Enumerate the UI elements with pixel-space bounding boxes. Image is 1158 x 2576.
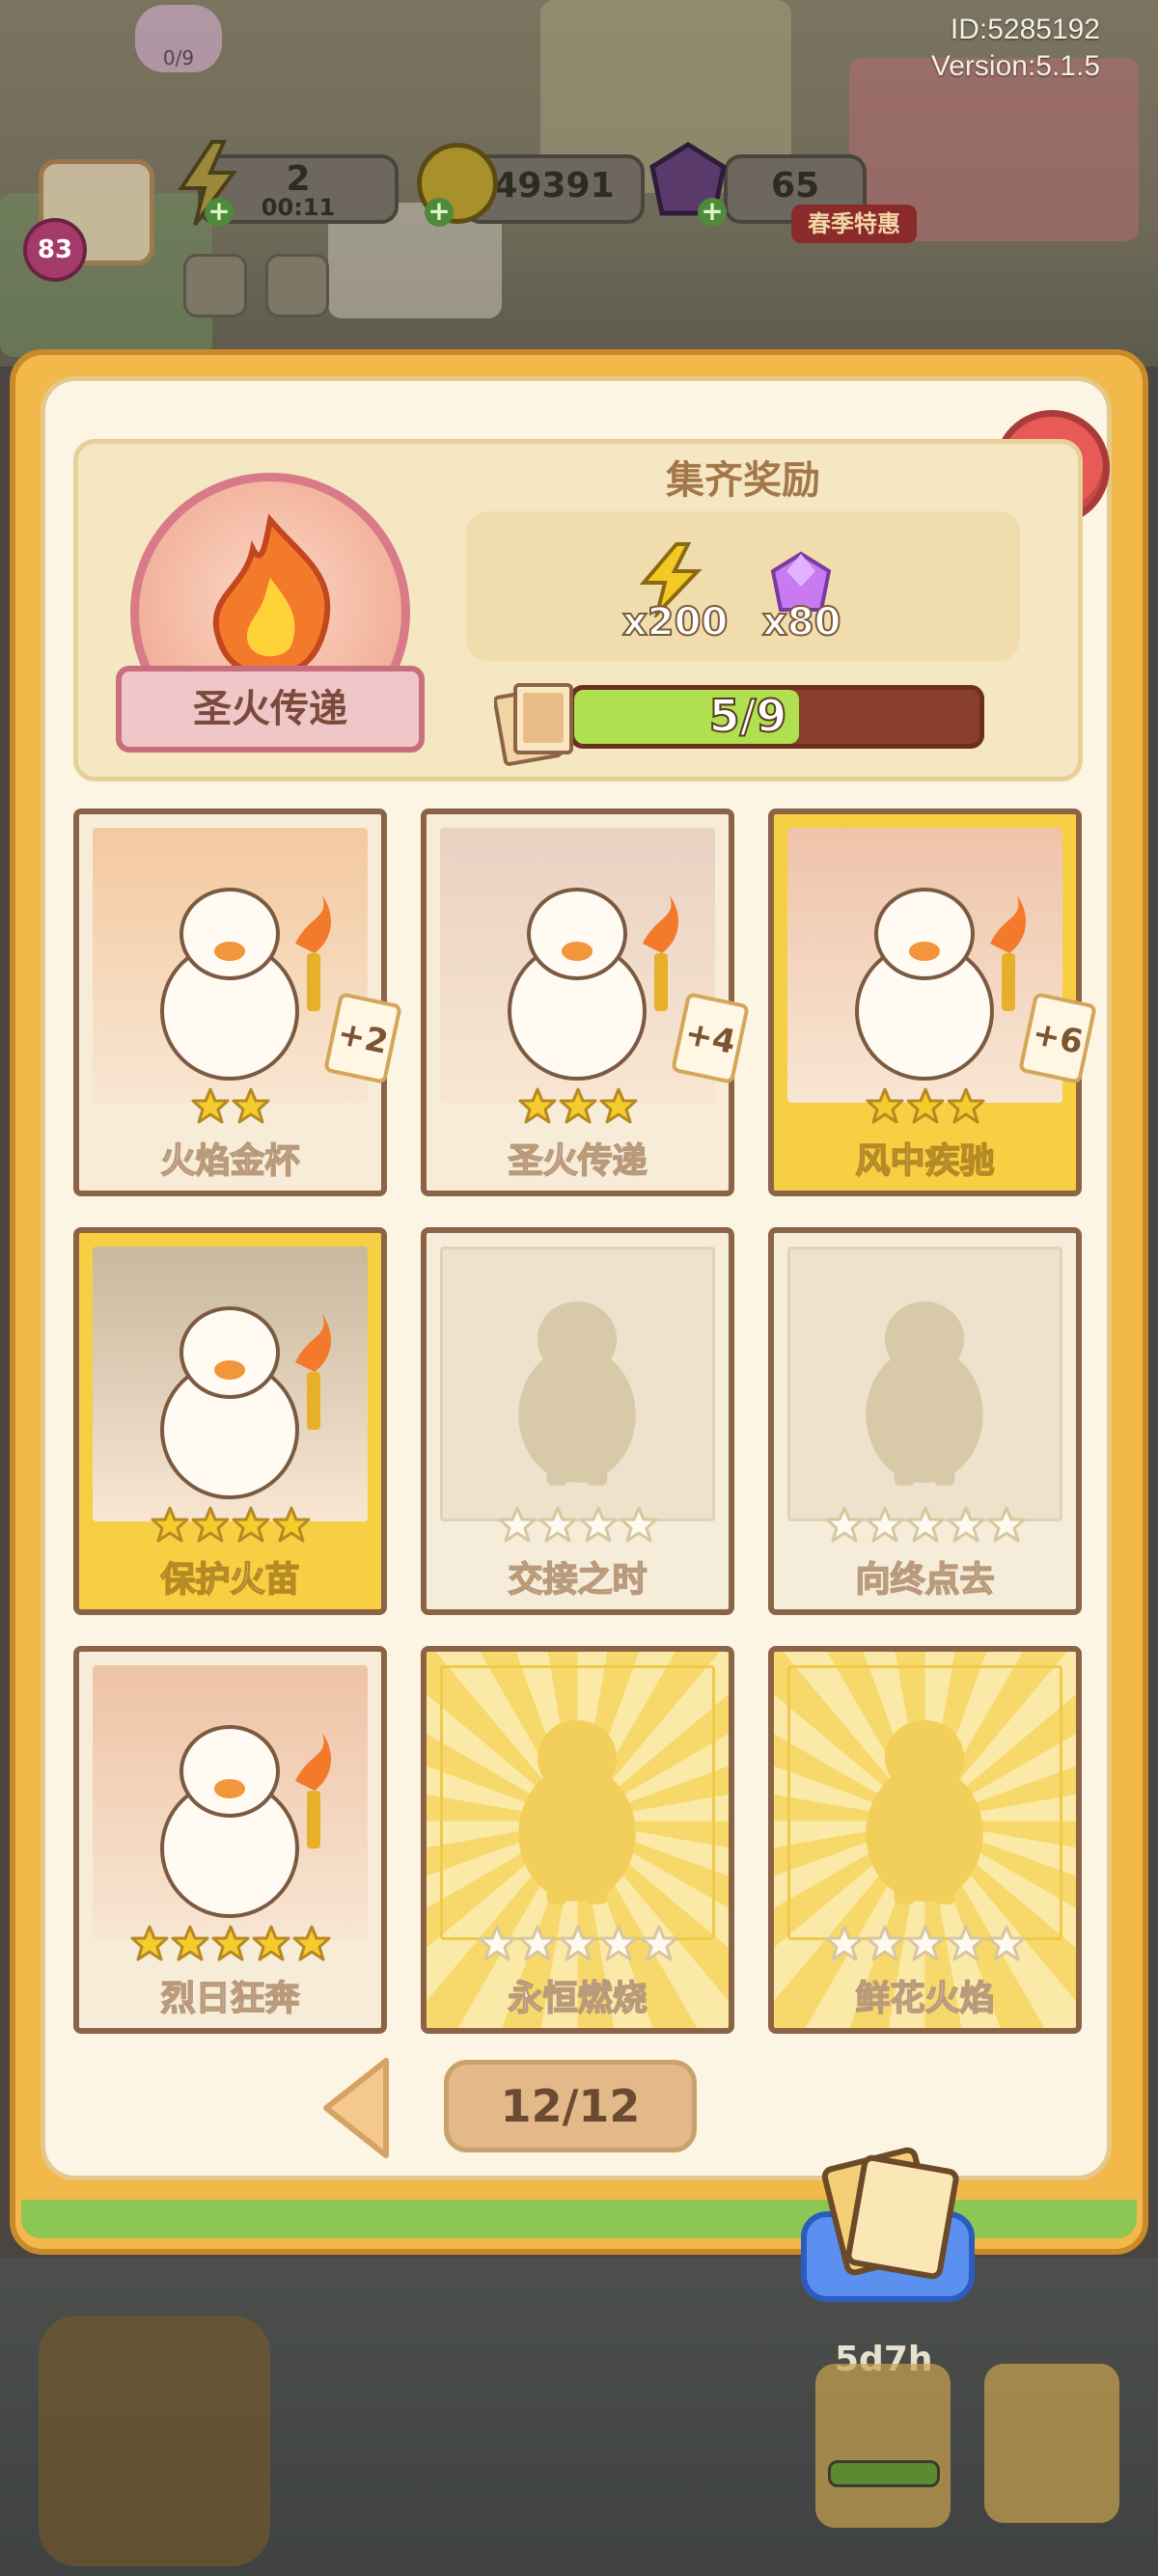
- star-icon: [191, 1086, 230, 1125]
- card-silhouette: [787, 1665, 1062, 1940]
- star-icon: [620, 1505, 658, 1544]
- set-progress-label: 5/9: [708, 689, 788, 743]
- card-stack-icon: [494, 683, 573, 766]
- album-card[interactable]: +2 火焰金杯: [73, 808, 403, 1196]
- star-icon: [947, 1924, 985, 1962]
- page-indicator: 12/12: [444, 2060, 697, 2152]
- card-silhouette: [787, 1247, 1062, 1521]
- card-name: 永恒燃烧: [508, 1978, 648, 2019]
- mail-button[interactable]: [265, 254, 329, 317]
- card-name: 风中疾驰: [855, 1140, 996, 1182]
- card-name: 鲜花火焰: [855, 1978, 996, 2019]
- star-icon: [559, 1086, 597, 1125]
- gem-reward-amount: x80: [761, 599, 841, 645]
- settings-button[interactable]: [183, 254, 247, 317]
- star-icon: [518, 1924, 557, 1962]
- star-icon: [232, 1505, 270, 1544]
- star-icon: [599, 1086, 638, 1125]
- set-name: 圣火传递: [193, 687, 347, 731]
- prev-page-button[interactable]: [318, 2055, 396, 2161]
- star-icon: [211, 1924, 250, 1962]
- star-icon: [906, 1505, 945, 1544]
- energy-reward-amount: x200: [621, 599, 729, 645]
- star-icon: [579, 1505, 618, 1544]
- energy-add-button[interactable]: +: [205, 198, 234, 227]
- album-card[interactable]: 保护火苗: [73, 1227, 387, 1615]
- star-icon: [906, 1086, 945, 1125]
- album-card[interactable]: 鲜花火焰: [768, 1646, 1082, 2034]
- version-label: Version:5.1.5: [930, 50, 1100, 82]
- card-artwork: [93, 1665, 368, 1940]
- card-name: 交接之时: [508, 1559, 648, 1601]
- card-name: 向终点去: [855, 1559, 996, 1601]
- event-badge[interactable]: 0/9: [135, 5, 222, 72]
- card-star-rating: [427, 1086, 729, 1133]
- star-icon: [130, 1924, 169, 1962]
- build-info: ID:5285192 Version:5.1.5: [931, 12, 1100, 85]
- album-card[interactable]: +4 圣火传递: [421, 808, 751, 1196]
- album-card[interactable]: 烈日狂奔: [73, 1646, 387, 2034]
- card-star-rating: [774, 1086, 1076, 1133]
- card-name: 圣火传递: [508, 1140, 648, 1182]
- star-icon: [498, 1505, 537, 1544]
- user-id-label: ID:5285192: [950, 14, 1100, 45]
- gem-promo-badge[interactable]: 春季特惠: [791, 205, 917, 243]
- card-pack-button[interactable]: [796, 2147, 979, 2306]
- coin-add-button[interactable]: +: [425, 198, 454, 227]
- reward-title: 集齐奖励: [666, 458, 820, 503]
- star-icon: [191, 1505, 230, 1544]
- album-progress-bar: [828, 2460, 940, 2487]
- card-star-rating: [79, 1086, 381, 1133]
- star-icon: [866, 1086, 904, 1125]
- gem-promo-label: 春季特惠: [808, 210, 900, 237]
- level-value: 83: [37, 235, 73, 264]
- reward-panel: [466, 511, 1020, 661]
- card-star-rating: [427, 1505, 729, 1551]
- star-icon: [947, 1086, 985, 1125]
- card-star-rating: [79, 1924, 381, 1970]
- star-icon: [987, 1924, 1026, 1962]
- star-icon: [252, 1924, 290, 1962]
- gem-count: 65: [770, 166, 820, 206]
- card-star-rating: [79, 1505, 381, 1551]
- card-name: 火焰金杯: [160, 1140, 301, 1182]
- star-icon: [947, 1505, 985, 1544]
- star-icon: [151, 1505, 189, 1544]
- star-icon: [825, 1505, 864, 1544]
- star-icon: [538, 1505, 577, 1544]
- card-silhouette: [440, 1247, 715, 1521]
- card-star-rating: [427, 1924, 729, 1970]
- card-silhouette: [440, 1665, 715, 1940]
- album-card[interactable]: 交接之时: [421, 1227, 734, 1615]
- star-icon: [599, 1924, 638, 1962]
- star-icon: [825, 1924, 864, 1962]
- page-indicator-label: 12/12: [500, 2080, 641, 2132]
- star-icon: [518, 1086, 557, 1125]
- star-icon: [232, 1086, 270, 1125]
- star-icon: [171, 1924, 209, 1962]
- card-name: 烈日狂奔: [160, 1978, 301, 2019]
- album-button[interactable]: [815, 2364, 951, 2528]
- album-card[interactable]: 永恒燃烧: [421, 1646, 734, 2034]
- card-star-rating: [774, 1924, 1076, 1970]
- gem-add-button[interactable]: +: [698, 198, 727, 227]
- card-star-rating: [774, 1505, 1076, 1551]
- star-icon: [987, 1505, 1026, 1544]
- star-icon: [906, 1924, 945, 1962]
- level-badge: 83: [23, 218, 87, 282]
- star-icon: [272, 1505, 311, 1544]
- card-name: 保护火苗: [160, 1559, 301, 1601]
- star-icon: [866, 1505, 904, 1544]
- star-icon: [640, 1924, 678, 1962]
- coin-count: 49391: [493, 166, 615, 206]
- card-artwork: [93, 1247, 368, 1521]
- friends-button[interactable]: [984, 2364, 1119, 2523]
- star-icon: [478, 1924, 516, 1962]
- star-icon: [559, 1924, 597, 1962]
- album-card[interactable]: +6 风中疾驰: [768, 808, 1098, 1196]
- star-icon: [292, 1924, 331, 1962]
- star-icon: [866, 1924, 904, 1962]
- event-progress: 0/9: [162, 46, 195, 69]
- album-card[interactable]: 向终点去: [768, 1227, 1082, 1615]
